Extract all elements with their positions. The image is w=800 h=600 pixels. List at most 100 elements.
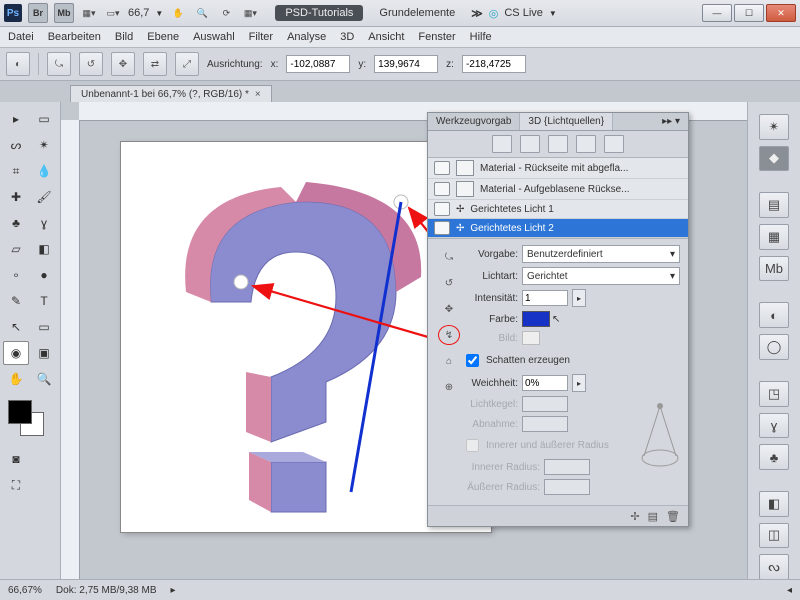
window-minimize[interactable]: — xyxy=(702,4,732,22)
3d-pan-icon[interactable]: ✥ xyxy=(111,52,135,76)
softness-stepper[interactable]: ▸ xyxy=(572,374,586,392)
dock-3d-icon[interactable]: ◆ xyxy=(759,146,789,172)
3d-rotate-icon[interactable]: ⤿ xyxy=(47,52,71,76)
dock-histogram-icon[interactable]: ✴ xyxy=(759,114,789,140)
dock-paths-icon[interactable]: ᔓ xyxy=(759,554,789,580)
window-close[interactable]: ✕ xyxy=(766,4,796,22)
marquee-tool[interactable]: ▭ xyxy=(31,107,57,131)
menu-datei[interactable]: Datei xyxy=(8,31,34,43)
dock-styles-icon[interactable]: ◳ xyxy=(759,381,789,407)
y-input[interactable] xyxy=(374,55,438,73)
chevron-right-icon[interactable]: ≫ xyxy=(471,7,483,20)
workspace-alt[interactable]: Grundelemente xyxy=(369,5,465,21)
ruler-vertical[interactable] xyxy=(61,120,80,580)
close-document-icon[interactable]: × xyxy=(255,89,261,100)
dock-layers-icon[interactable]: ◧ xyxy=(759,491,789,517)
dock-mb-icon[interactable]: Mb xyxy=(759,256,789,282)
list-item[interactable]: Material - Rückseite mit abgefla... xyxy=(428,158,688,179)
list-item-selected[interactable]: ✢Gerichtetes Licht 2 xyxy=(428,219,688,238)
menu-bild[interactable]: Bild xyxy=(115,31,133,43)
app-logo[interactable]: Ps xyxy=(4,4,22,22)
quickmask-tool[interactable]: ◙ xyxy=(3,447,29,471)
dock-adjust-icon[interactable]: ◐ xyxy=(759,302,789,328)
visibility-icon[interactable] xyxy=(434,221,450,235)
dock-swatches-icon[interactable]: ▦ xyxy=(759,224,789,250)
eyedropper-tool[interactable]: 💧 xyxy=(31,159,57,183)
light-home-icon[interactable]: ⌂ xyxy=(438,351,460,371)
light-roll-icon[interactable]: ↺ xyxy=(438,273,460,293)
zoom-tool[interactable]: 🔍 xyxy=(31,367,57,391)
foreground-swatch[interactable] xyxy=(8,400,32,424)
minibridge-button[interactable]: Mb xyxy=(54,3,74,23)
heal-tool[interactable]: ✚ xyxy=(3,185,29,209)
list-item[interactable]: ✢Gerichtetes Licht 1 xyxy=(428,200,688,219)
delete-light-icon[interactable]: 🗑 xyxy=(666,510,680,523)
panel-tab-3d-lights[interactable]: 3D {Lichtquellen} xyxy=(520,113,613,130)
list-item[interactable]: Material - Aufgeblasene Rückse... xyxy=(428,179,688,200)
menu-bearbeiten[interactable]: Bearbeiten xyxy=(48,31,101,43)
crop-tool[interactable]: ⌗ xyxy=(3,159,29,183)
shape-tool[interactable]: ▭ xyxy=(31,315,57,339)
z-input[interactable] xyxy=(462,55,526,73)
new-light-icon[interactable]: ▤ xyxy=(648,510,658,523)
zoom-icon[interactable]: 🔍 xyxy=(193,4,211,22)
toggle-lights-icon[interactable]: ✢ xyxy=(630,510,639,523)
hand-icon[interactable]: ✋ xyxy=(169,4,187,22)
color-swatch[interactable] xyxy=(522,311,550,327)
3d-slide-icon[interactable]: ⇄ xyxy=(143,52,167,76)
type-tool[interactable]: T xyxy=(31,289,57,313)
menu-auswahl[interactable]: Auswahl xyxy=(193,31,235,43)
x-input[interactable] xyxy=(286,55,350,73)
dock-color-icon[interactable]: ▤ xyxy=(759,192,789,218)
visibility-icon[interactable] xyxy=(434,182,450,196)
lasso-tool[interactable]: ᔕ xyxy=(3,133,29,157)
wand-tool[interactable]: ✴ xyxy=(31,133,57,157)
panel-tab-presets[interactable]: Werkzeugvorgab xyxy=(428,113,520,130)
path-tool[interactable]: ↖ xyxy=(3,315,29,339)
screen-mode-icon[interactable]: ▭▾ xyxy=(104,4,122,22)
3d-roll-icon[interactable]: ↺ xyxy=(79,52,103,76)
hand-tool[interactable]: ✋ xyxy=(3,367,29,391)
light-pan-icon[interactable]: ✥ xyxy=(438,299,460,319)
cslive-icon[interactable]: ◎ xyxy=(489,7,499,20)
workspace-preset[interactable]: PSD-Tutorials xyxy=(275,5,363,21)
status-zoom[interactable]: 66,67% xyxy=(8,585,42,596)
light-type-select[interactable]: Gerichtet▾ xyxy=(522,267,680,285)
visibility-icon[interactable] xyxy=(434,161,450,175)
status-menu-icon[interactable]: ▸ xyxy=(171,585,176,596)
3d-scale-icon[interactable]: ⤢ xyxy=(175,52,199,76)
menu-filter[interactable]: Filter xyxy=(249,31,273,43)
filter-camera-icon[interactable] xyxy=(604,135,624,153)
intensity-input[interactable] xyxy=(522,290,568,306)
history-brush-tool[interactable]: ɣ xyxy=(31,211,57,235)
stamp-tool[interactable]: ♣ xyxy=(3,211,29,235)
rotate-view-icon[interactable]: ⟳ xyxy=(217,4,235,22)
status-doc[interactable]: Dok: 2,75 MB/9,38 MB xyxy=(56,585,157,596)
light-rotate-icon[interactable]: ⤿ xyxy=(438,247,460,267)
shadow-checkbox[interactable] xyxy=(466,354,479,367)
arrange-docs-icon[interactable]: ▦▾ xyxy=(80,4,98,22)
3d-object-tool[interactable]: ◉ xyxy=(3,341,29,365)
blur-tool[interactable]: ∘ xyxy=(3,263,29,287)
filter-light-icon[interactable] xyxy=(576,135,596,153)
bridge-button[interactable]: Br xyxy=(28,3,48,23)
light-origin-icon[interactable]: ⊕ xyxy=(438,377,460,397)
menu-analyse[interactable]: Analyse xyxy=(287,31,326,43)
3d-camera-tool[interactable]: ▣ xyxy=(31,341,57,365)
window-maximize[interactable]: ☐ xyxy=(734,4,764,22)
gradient-tool[interactable]: ◧ xyxy=(31,237,57,261)
eraser-tool[interactable]: ▱ xyxy=(3,237,29,261)
tool-preset-icon[interactable]: ◐ xyxy=(6,52,30,76)
document-tab[interactable]: Unbenannt-1 bei 66,7% (?, RGB/16) * × xyxy=(70,85,272,103)
dodge-tool[interactable]: ● xyxy=(31,263,57,287)
light-point-icon[interactable]: ↯ xyxy=(438,325,460,345)
dock-brush-icon[interactable]: ɣ xyxy=(759,413,789,439)
softness-input[interactable] xyxy=(522,375,568,391)
brush-tool[interactable]: 🖌 xyxy=(31,185,57,209)
filter-scene-icon[interactable] xyxy=(492,135,512,153)
extras-icon[interactable]: ▦▾ xyxy=(241,4,259,22)
menu-hilfe[interactable]: Hilfe xyxy=(470,31,492,43)
cslive-label[interactable]: CS Live xyxy=(504,7,543,19)
pen-tool[interactable]: ✎ xyxy=(3,289,29,313)
color-swatches[interactable] xyxy=(8,400,48,440)
